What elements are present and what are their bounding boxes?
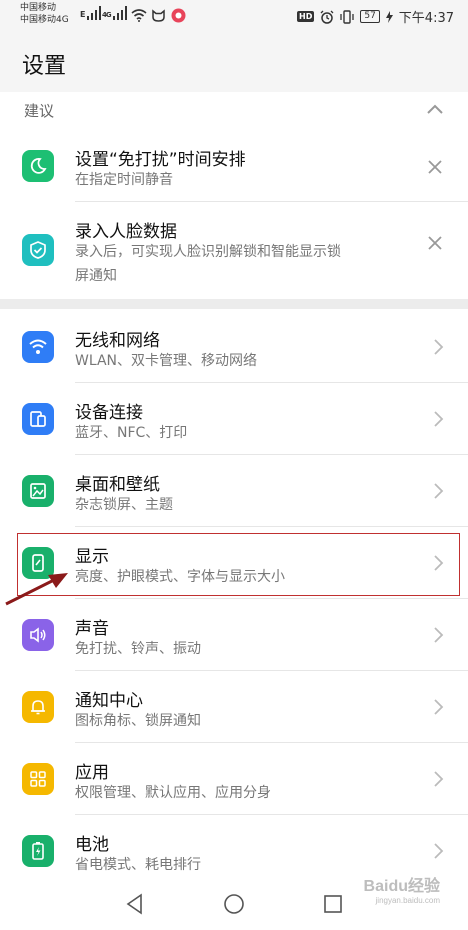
device-link-icon	[22, 403, 54, 435]
settings-item-apps[interactable]: 应用 权限管理、默认应用、应用分身	[0, 743, 468, 815]
suggestion-subtitle: 在指定时间静音	[75, 172, 173, 188]
close-icon[interactable]	[426, 234, 444, 252]
suggestion-subtitle-line1: 录入后，可实现人脸识别解锁和智能显示锁	[75, 244, 341, 260]
item-subtitle: 权限管理、默认应用、应用分身	[75, 785, 271, 801]
item-title: 无线和网络	[75, 331, 160, 351]
settings-item-notifications[interactable]: 通知中心 图标角标、锁屏通知	[0, 671, 468, 743]
hd-badge: HD	[297, 11, 315, 22]
moon-icon	[22, 150, 54, 182]
item-subtitle: WLAN、双卡管理、移动网络	[75, 353, 258, 369]
settings-item-device-connection[interactable]: 设备连接 蓝牙、NFC、打印	[0, 383, 468, 455]
item-title: 电池	[75, 835, 109, 855]
chevron-right-icon	[434, 483, 444, 499]
item-title: 桌面和壁纸	[75, 475, 160, 495]
carrier-1: 中国移动	[20, 3, 57, 13]
item-subtitle: 免打扰、铃声、振动	[75, 641, 201, 657]
app-notification-icon	[171, 8, 186, 23]
signal-2-icon: 4G	[102, 6, 129, 20]
chevron-right-icon	[434, 339, 444, 355]
recents-icon[interactable]	[321, 892, 345, 916]
settings-item-wireless[interactable]: 无线和网络 WLAN、双卡管理、移动网络	[0, 311, 468, 383]
item-subtitle: 省电模式、耗电排行	[75, 857, 201, 873]
watermark: Baidu经验 jingyan.baidu.com	[364, 872, 440, 905]
section-separator	[0, 299, 468, 309]
wifi-status-icon	[131, 9, 147, 22]
item-title: 设备连接	[75, 403, 143, 423]
wallpaper-icon	[22, 475, 54, 507]
watermark-brand: Baidu经验	[363, 878, 440, 895]
home-icon[interactable]	[222, 892, 246, 916]
apps-grid-icon	[22, 763, 54, 795]
chevron-right-icon	[434, 699, 444, 715]
shield-check-icon	[22, 234, 54, 266]
chevron-right-icon	[434, 771, 444, 787]
settings-item-wallpaper[interactable]: 桌面和壁纸 杂志锁屏、主题	[0, 455, 468, 527]
suggestions-card: 建议 设置“免打扰”时间安排 在指定时间静音 录入人脸数据 录入后，可实现人脸识…	[0, 92, 468, 299]
suggestion-dnd[interactable]: 设置“免打扰”时间安排 在指定时间静音	[0, 130, 468, 202]
item-title: 通知中心	[75, 691, 143, 711]
status-right: HD 57 下午4:37	[297, 7, 454, 26]
item-title: 声音	[75, 619, 109, 639]
chevron-up-icon[interactable]	[424, 98, 446, 120]
item-subtitle: 蓝牙、NFC、打印	[75, 425, 188, 441]
clock: 下午4:37	[398, 11, 454, 26]
alarm-icon	[320, 10, 334, 24]
item-subtitle: 图标角标、锁屏通知	[75, 713, 201, 729]
speaker-icon	[22, 619, 54, 651]
battery-icon	[22, 835, 54, 867]
chevron-right-icon	[434, 411, 444, 427]
suggestion-subtitle-line2: 屏通知	[75, 268, 117, 284]
carrier-info: 中国移动 中国移动4G	[20, 2, 69, 26]
back-icon[interactable]	[123, 892, 147, 916]
chevron-right-icon	[434, 627, 444, 643]
suggestion-title: 设置“免打扰”时间安排	[75, 150, 246, 170]
watermark-url: jingyan.baidu.com	[375, 896, 440, 905]
bell-icon	[22, 691, 54, 723]
charging-icon	[385, 10, 393, 23]
page-title: 设置	[22, 54, 67, 79]
suggestion-face[interactable]: 录入人脸数据 录入后，可实现人脸识别解锁和智能显示锁 屏通知	[0, 202, 468, 299]
signal-1-icon: E	[80, 6, 103, 20]
battery-status: 57	[360, 10, 380, 23]
chevron-right-icon	[434, 843, 444, 859]
arrow-annotation-icon	[5, 573, 68, 606]
item-title: 应用	[75, 763, 109, 783]
wifi-icon	[22, 331, 54, 363]
carrier-2: 中国移动4G	[20, 15, 69, 25]
suggestion-title: 录入人脸数据	[75, 222, 177, 242]
vibrate-icon	[340, 9, 354, 24]
settings-item-sound[interactable]: 声音 免打扰、铃声、振动	[0, 599, 468, 671]
cat-status-icon	[152, 9, 165, 22]
item-subtitle: 杂志锁屏、主题	[75, 497, 173, 513]
highlight-box	[17, 533, 460, 596]
suggestions-label: 建议	[24, 102, 55, 120]
close-icon[interactable]	[426, 158, 444, 176]
status-bar: 中国移动 中国移动4G E 4G HD 57 下午4:37	[0, 0, 468, 32]
